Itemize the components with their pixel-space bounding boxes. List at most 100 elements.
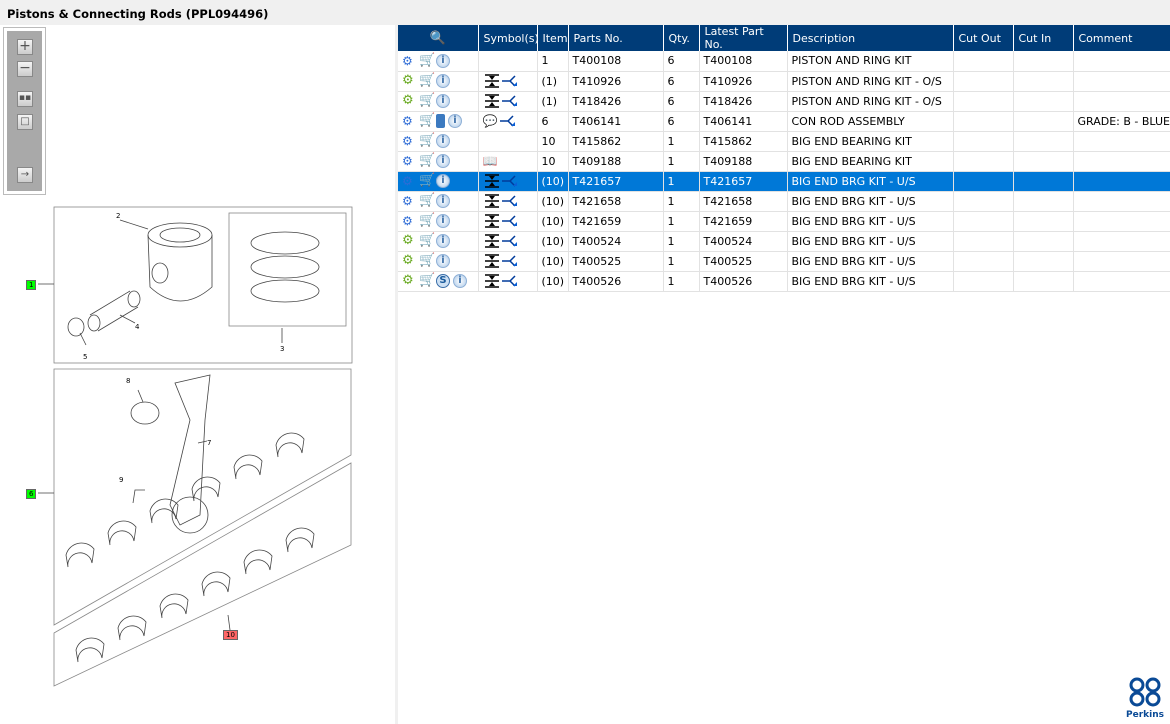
cell-desc: BIG END BEARING KIT [787,131,954,152]
cart-icon[interactable]: 🛒 [419,53,435,68]
cart-icon[interactable]: 🛒 [419,194,435,208]
cart-icon[interactable]: 🛒 [419,154,435,168]
cart-icon[interactable]: 🛒 [419,74,435,88]
assembly-icon[interactable]: ⚙ [402,114,416,128]
info-icon[interactable]: i [436,134,450,148]
cell-part: T400108 [568,51,664,72]
info-icon[interactable]: i [436,234,450,248]
assembly-icon[interactable]: ⚙ [402,154,416,168]
table-row[interactable]: ⚙ 🛒 i (10) T400525 1 T400525 BIG END BRG KIT - … [398,251,1170,272]
table-row[interactable]: ⚙ 🛒 i 💬 6 T406141 6 T406141 CON ROD ASSEMBLY GRAD… [398,111,1170,132]
row-actions: ⚙ 🛒 i [398,191,479,212]
service-icon[interactable]: S [436,274,450,288]
row-actions: ⚙ 🛒 i [398,211,479,232]
supersession-icon [501,175,517,187]
cell-qty: 1 [663,251,700,272]
note-icon: 💬 [482,114,498,128]
compress-icon [484,254,499,268]
part-icon[interactable]: ⚙ [402,94,416,108]
callout-6[interactable]: 6 [26,489,37,499]
cell-comment [1073,171,1170,192]
cell-cut-out [953,191,1014,212]
table-row[interactable]: ⚙ 🛒 i 1 T400108 6 T400108 PISTON AND RING KIT [398,51,1170,72]
cell-cut-in [1013,51,1074,72]
compress-icon [484,214,499,228]
info-icon[interactable]: i [453,274,467,288]
cart-icon[interactable]: 🛒 [419,234,435,248]
cart-icon[interactable]: 🛒 [419,174,435,188]
supersession-icon [501,195,517,207]
supersession-icon [501,255,517,267]
part-icon[interactable]: ⚙ [402,274,416,288]
info-icon[interactable]: i [436,154,450,168]
cell-cut-in [1013,191,1074,212]
cell-comment [1073,231,1170,252]
assembly-icon[interactable]: ⚙ [402,54,416,68]
part-icon[interactable]: ⚙ [402,234,416,248]
assembly-icon[interactable]: ⚙ [402,134,416,148]
info-icon[interactable]: i [448,114,462,128]
cart-icon[interactable]: 🛒 [419,94,435,108]
cart-icon[interactable]: 🛒 [419,114,435,128]
table-row[interactable]: ⚙ 🛒 i (10) T400524 1 T400524 BIG END BRG KIT - … [398,231,1170,252]
find-icon[interactable]: 🔍 [430,31,446,46]
column-header[interactable]: Latest Part No. [699,25,788,51]
row-actions: ⚙ 🛒 i [398,151,479,172]
info-icon[interactable]: i [436,53,450,68]
cell-desc: PISTON AND RING KIT - O/S [787,91,954,112]
assembly-icon[interactable]: ⚙ [402,214,416,228]
assembly-icon[interactable]: ⚙ [402,174,416,188]
cell-desc: BIG END BRG KIT - U/S [787,271,954,292]
cell-cut-out [953,51,1014,72]
cell-desc: BIG END BRG KIT - U/S [787,171,954,192]
book-icon[interactable] [436,114,445,128]
table-row[interactable]: ⚙ 🛒 i (10) T421659 1 T421659 BIG END BRG KIT - … [398,211,1170,232]
table-row[interactable]: ⚙ 🛒 Si (10) T400526 1 T400526 BIG END BRG KIT -… [398,271,1170,292]
column-header[interactable]: Comment [1073,25,1170,51]
column-header[interactable]: Description [787,25,954,51]
table-row[interactable]: ⚙ 🛒 i 10 T415862 1 T415862 BIG END BEARING KIT [398,131,1170,152]
cell-cut-in [1013,271,1074,292]
cell-comment [1073,91,1170,112]
table-row[interactable]: ⚙ 🛒 i (10) T421658 1 T421658 BIG END BRG KIT - … [398,191,1170,212]
table-row[interactable]: ⚙ 🛒 i (1) T410926 6 T410926 PISTON AND RING KIT… [398,71,1170,92]
info-icon[interactable]: i [436,194,450,208]
assembly-icon[interactable]: ⚙ [402,194,416,208]
ref-5: 5 [83,353,88,361]
cell-part: T421657 [568,171,664,192]
cart-icon[interactable]: 🛒 [419,274,435,288]
column-header[interactable]: Cut Out [953,25,1014,51]
cell-latest: T410926 [699,71,788,92]
supersession-icon [501,275,517,287]
part-icon[interactable]: ⚙ [402,74,416,88]
column-header[interactable]: Cut In [1013,25,1074,51]
column-header[interactable]: Parts No. [568,25,664,51]
info-icon[interactable]: i [436,94,450,108]
row-actions: ⚙ 🛒 i [398,251,479,272]
info-icon[interactable]: i [436,214,450,228]
cell-latest: T400524 [699,231,788,252]
part-icon[interactable]: ⚙ [402,254,416,268]
cell-item: 10 [537,131,569,152]
diagram-panel[interactable]: + − ▪▪ □ → 1 6 10 2 3 4 5 7 8 9 [0,25,395,724]
column-header[interactable]: Symbol(s) [478,25,539,51]
column-header-find[interactable]: 🔍 [398,25,479,51]
column-header[interactable]: Qty. [663,25,700,51]
row-symbols [478,131,538,152]
table-row[interactable]: ⚙ 🛒 i (1) T418426 6 T418426 PISTON AND RING KIT… [398,91,1170,112]
info-icon[interactable]: i [436,254,450,268]
callout-10[interactable]: 10 [223,630,238,640]
cart-icon[interactable]: 🛒 [419,214,435,228]
cart-icon[interactable]: 🛒 [419,134,435,148]
cell-item: (1) [537,91,569,112]
column-header[interactable]: Item [537,25,569,51]
callout-1[interactable]: 1 [26,280,37,290]
info-icon[interactable]: i [436,174,450,188]
info-icon[interactable]: i [436,74,450,88]
table-row[interactable]: ⚙ 🛒 i 📖 10 T409188 1 T409188 BIG END BEARING KIT [398,151,1170,172]
cart-icon[interactable]: 🛒 [419,254,435,268]
row-actions: ⚙ 🛒 i [398,51,479,72]
table-row[interactable]: ⚙ 🛒 i (10) T421657 1 T421657 BIG END BRG KIT - … [398,171,1170,192]
cell-item: (10) [537,211,569,232]
cell-cut-in [1013,91,1074,112]
